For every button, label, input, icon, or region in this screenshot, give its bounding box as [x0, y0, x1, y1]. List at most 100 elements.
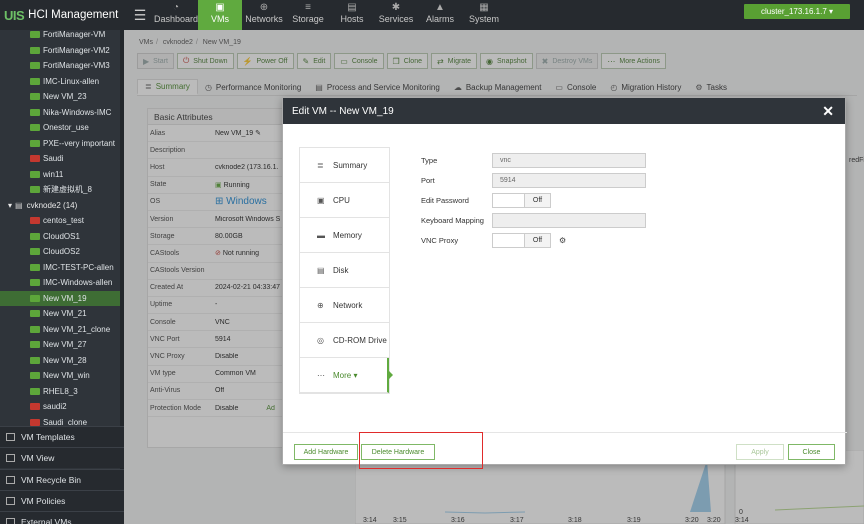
cdrom-icon: ◎ — [317, 335, 324, 345]
close-button[interactable]: Close — [788, 444, 835, 460]
hardware-menu-cpu[interactable]: ▣ CPU — [300, 183, 389, 218]
keyboard-mapping-field[interactable] — [492, 212, 646, 228]
nav-label: Hosts — [340, 14, 364, 24]
tree-item[interactable]: RHEL8_3 — [0, 384, 124, 400]
expand-arrow-icon[interactable]: ▾ — [8, 201, 12, 210]
hardware-menu-summary[interactable]: ≣ Summary — [300, 148, 389, 183]
tree-item[interactable]: New VM_21 — [0, 306, 124, 322]
tree-item-label: FortiManager-VM2 — [43, 45, 110, 55]
nav-label: VMs — [211, 14, 229, 24]
sidebar-section-vm-templates[interactable]: VM Templates — [0, 426, 124, 447]
keyboard-mapping-row: Keyboard Mapping — [421, 210, 646, 230]
vm-status-icon — [30, 31, 40, 39]
tree-item[interactable]: New VM_19 — [0, 290, 124, 306]
hardware-menu-network[interactable]: ⊕ Network — [300, 288, 389, 323]
menu-label: Memory — [333, 230, 362, 240]
sidebar-section-vm-policies[interactable]: VM Policies — [0, 489, 124, 511]
vm-status-icon — [30, 356, 40, 364]
type-label: Type — [421, 155, 438, 165]
tree-item-label: New VM_19 — [43, 293, 87, 303]
dialog-title: Edit VM -- New VM_19 — [292, 105, 394, 117]
tree-item[interactable]: Onestor_use — [0, 120, 124, 136]
tree-item[interactable]: New VM_win — [0, 368, 124, 384]
dashboard-icon: ◔ — [172, 2, 180, 13]
tree-item[interactable]: FortiManager-VM3 — [0, 58, 124, 74]
tree-item[interactable]: IMC-TEST-PC-allen — [0, 260, 124, 276]
vm-status-icon — [30, 62, 40, 70]
nav-label: Dashboard — [153, 14, 199, 24]
tree-item[interactable]: Saudi — [0, 151, 124, 167]
section-label: VM Recycle Bin — [21, 474, 81, 485]
close-icon[interactable]: ✕ — [822, 103, 845, 120]
hardware-menu-more[interactable]: ⋯ More ▾ — [300, 358, 393, 393]
main-nav: ◔ Dashboard ▣ VMs ⊕ Networks ≡ Storage ▤ Hosts ✱ Se… — [154, 0, 506, 30]
tree-item[interactable]: New VM_21_clone — [0, 322, 124, 338]
edit-password-label: Edit Password — [421, 195, 469, 205]
tree-item-label: New VM_21 — [43, 309, 87, 319]
nav-services[interactable]: ✱ Services — [374, 0, 418, 30]
add-hardware-button[interactable]: Add Hardware — [294, 444, 358, 460]
nav-vms[interactable]: ▣ VMs — [198, 0, 242, 30]
vm-status-icon — [30, 294, 40, 302]
menu-label: CD-ROM Drive — [333, 335, 387, 345]
vm-status-icon — [30, 403, 40, 411]
tree-item[interactable]: saudi2 — [0, 399, 124, 415]
vnc-proxy-row: VNC Proxy Off ⚙ — [421, 230, 646, 250]
tree-item[interactable]: CloudOS1 — [0, 229, 124, 245]
tree-item[interactable]: IMC-Windows-allen — [0, 275, 124, 291]
tree-item-label: CloudOS1 — [43, 231, 80, 241]
apply-button[interactable]: Apply — [736, 444, 784, 460]
app-title: HCI Management — [28, 9, 119, 21]
vm-status-icon — [30, 93, 40, 101]
cluster-selector[interactable]: cluster_173.16.1.7 ▾ — [744, 4, 850, 19]
tree-item[interactable]: centos_test — [0, 213, 124, 229]
tree-item[interactable]: ▾ ▤ cvknode2 (14) — [0, 198, 124, 214]
tree-item[interactable]: IMC-Linux-allen — [0, 74, 124, 90]
vnc-proxy-label: VNC Proxy — [421, 235, 459, 245]
edit-vm-dialog: Edit VM -- New VM_19 ✕ ≣ Summary ▣ CPU ▬ Memo… — [282, 97, 847, 465]
logo: UIS HCI Management — [0, 0, 130, 30]
sidebar-section-vm-recycle-bin[interactable]: VM Recycle Bin — [0, 468, 124, 490]
tree-item-label: 新建虚拟机_8 — [43, 185, 92, 195]
hardware-menu-memory[interactable]: ▬ Memory — [300, 218, 389, 253]
tree-item[interactable]: New VM_28 — [0, 353, 124, 369]
console-settings-form: Type vnc Port 5914 Edit Password Off Key… — [421, 150, 646, 250]
tree-item-label: Nika-Windows-IMC — [43, 107, 112, 117]
tree-item[interactable]: 新建虚拟机_8 — [0, 182, 124, 198]
menu-toggle-icon[interactable]: ☰ — [130, 0, 150, 30]
tree-item[interactable]: FortiManager-VM2 — [0, 43, 124, 59]
vm-status-icon — [30, 248, 40, 256]
more-icon: ⋯ — [317, 370, 325, 380]
tree-item[interactable]: New VM_27 — [0, 337, 124, 353]
nav-storage[interactable]: ≡ Storage — [286, 0, 330, 30]
tree-item[interactable]: PXE--very important — [0, 136, 124, 152]
nav-system[interactable]: ▦ System — [462, 0, 506, 30]
nav-dashboard[interactable]: ◔ Dashboard — [154, 0, 198, 30]
nav-networks[interactable]: ⊕ Networks — [242, 0, 286, 30]
alarm-icon: ▲ — [435, 2, 445, 13]
tree-item[interactable]: CloudOS2 — [0, 244, 124, 260]
tree-item[interactable]: New VM_23 — [0, 89, 124, 105]
nav-hosts[interactable]: ▤ Hosts — [330, 0, 374, 30]
tree-item-label: PXE--very important — [43, 138, 116, 148]
tree-item-label: New VM_28 — [43, 355, 87, 365]
hardware-menu-disk[interactable]: ▤ Disk — [300, 253, 389, 288]
section-label: External VMs — [21, 517, 72, 524]
sidebar-section-external-vms[interactable]: External VMs — [0, 511, 124, 524]
section-icon — [6, 433, 15, 441]
hardware-menu-cd-romdrive[interactable]: ◎ CD-ROM Drive — [300, 323, 389, 358]
vm-status-icon — [30, 387, 40, 395]
sidebar-section-vm-view[interactable]: VM View — [0, 447, 124, 469]
gear-icon[interactable]: ⚙ — [559, 236, 566, 245]
section-icon — [6, 496, 15, 505]
tree-item[interactable]: FortiManager-VM — [0, 30, 124, 43]
nav-alarms[interactable]: ▲ Alarms — [418, 0, 462, 30]
nav-label: Alarms — [425, 14, 454, 24]
vnc-proxy-toggle[interactable]: Off — [492, 232, 551, 248]
menu-label: More ▾ — [333, 370, 358, 380]
tree-item-label: Saudi — [43, 154, 64, 164]
tree-item[interactable]: win11 — [0, 167, 124, 183]
edit-password-toggle[interactable]: Off — [492, 192, 551, 208]
tree-item[interactable]: Nika-Windows-IMC — [0, 105, 124, 121]
port-label: Port — [421, 175, 435, 185]
